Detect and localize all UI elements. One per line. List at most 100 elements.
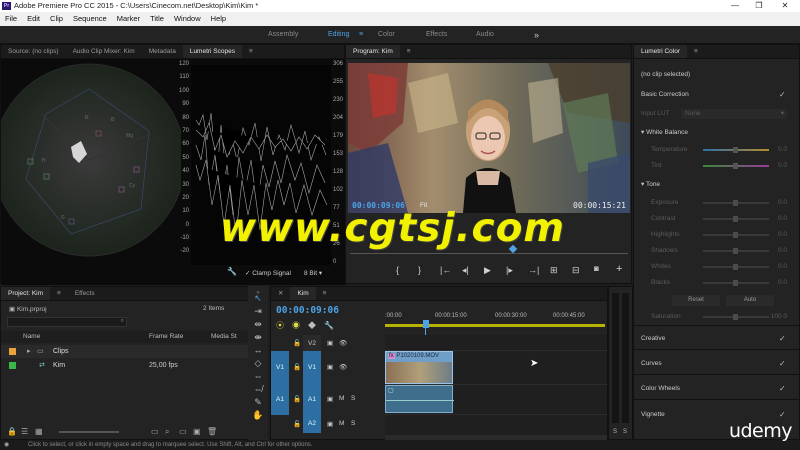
timeline-menu-icon[interactable]: ≡ bbox=[316, 287, 334, 300]
tab-metadata[interactable]: Metadata bbox=[142, 45, 183, 58]
step-forward-button[interactable]: |▸ bbox=[506, 265, 513, 276]
search-bin-icon[interactable]: ⌕ bbox=[165, 425, 169, 439]
export-frame-button[interactable]: ◙ bbox=[594, 264, 599, 273]
mute-button[interactable]: M bbox=[339, 420, 344, 427]
timeline-timecode[interactable]: 00:00:09:06 bbox=[276, 305, 339, 316]
track-a1-target[interactable]: A1 bbox=[303, 385, 321, 415]
workspace-color[interactable]: Color bbox=[378, 26, 395, 44]
tab-lumetri-scopes[interactable]: Lumetri Scopes bbox=[182, 45, 242, 58]
tone-slider[interactable] bbox=[703, 216, 769, 222]
timeline-tracks-area[interactable]: fx P1020109.MOV ▢ bbox=[385, 335, 607, 435]
column-media-start[interactable]: Media St bbox=[211, 331, 237, 343]
selection-tool-icon[interactable]: ↖ bbox=[252, 292, 264, 305]
workspace-assembly[interactable]: Assembly bbox=[268, 26, 298, 44]
new-item-icon[interactable]: ▣ bbox=[193, 425, 201, 439]
vignette-checkbox[interactable]: ✓ bbox=[779, 411, 787, 419]
mark-out-button[interactable]: } bbox=[418, 265, 421, 275]
menu-clip[interactable]: Clip bbox=[45, 12, 68, 26]
track-select-tool-icon[interactable]: ⇥ bbox=[252, 305, 264, 318]
menu-sequence[interactable]: Sequence bbox=[68, 12, 112, 26]
ripple-edit-tool-icon[interactable]: ⇹ bbox=[252, 318, 264, 331]
razor-tool-icon[interactable]: ◇ bbox=[252, 357, 264, 370]
tab-audio-clip-mixer[interactable]: Audio Clip Mixer: Kim bbox=[66, 45, 142, 58]
workspace-more-button[interactable]: » bbox=[534, 26, 539, 44]
solo-button[interactable]: S bbox=[351, 395, 355, 402]
track-a2-target[interactable]: A2 bbox=[303, 415, 321, 433]
tab-source[interactable]: Source: (no clips) bbox=[1, 45, 66, 58]
lock-icon[interactable]: 🔒 bbox=[7, 425, 17, 439]
snap-icon[interactable]: ⦿ bbox=[276, 321, 292, 330]
solo-left-button[interactable]: S bbox=[613, 429, 617, 435]
project-row-clips[interactable]: ▸ ▭ Clips bbox=[1, 345, 249, 358]
menu-file[interactable]: File bbox=[0, 12, 22, 26]
menu-window[interactable]: Window bbox=[169, 12, 206, 26]
hand-tool-icon[interactable]: ✋ bbox=[252, 409, 264, 422]
tab-project[interactable]: Project: Kim bbox=[1, 287, 51, 300]
workspace-editing[interactable]: Editing bbox=[328, 26, 349, 44]
go-to-in-button[interactable]: |← bbox=[440, 265, 451, 275]
tab-lumetri-color[interactable]: Lumetri Color bbox=[634, 45, 688, 58]
expand-icon[interactable]: ▸ bbox=[27, 345, 31, 358]
timeline-close-icon[interactable]: ✕ bbox=[271, 287, 290, 300]
solo-button[interactable]: S bbox=[351, 420, 355, 427]
lock-icon[interactable]: 🔓 bbox=[293, 339, 301, 347]
workspace-audio[interactable]: Audio bbox=[476, 26, 494, 44]
tone-slider[interactable] bbox=[703, 280, 769, 286]
column-name[interactable]: Name bbox=[23, 331, 40, 343]
trash-icon[interactable]: 🗑 bbox=[207, 425, 217, 439]
menu-help[interactable]: Help bbox=[206, 12, 231, 26]
solo-right-button[interactable]: S bbox=[623, 429, 627, 435]
basic-correction-checkbox[interactable]: ✓ bbox=[779, 91, 787, 99]
slip-tool-icon[interactable]: ⇔ bbox=[252, 370, 264, 383]
project-menu-icon[interactable]: ≡ bbox=[50, 287, 68, 300]
tone-slider[interactable] bbox=[703, 200, 769, 206]
menu-title[interactable]: Title bbox=[145, 12, 169, 26]
lock-icon[interactable]: 🔓 bbox=[293, 363, 301, 371]
creative-checkbox[interactable]: ✓ bbox=[779, 335, 787, 343]
play-button[interactable]: ▶ bbox=[484, 265, 491, 276]
sync-lock-icon[interactable]: ▣ bbox=[327, 395, 333, 403]
step-back-button[interactable]: ◂| bbox=[462, 265, 469, 276]
workspace-menu-icon[interactable]: ≡ bbox=[359, 26, 363, 44]
rolling-edit-tool-icon[interactable]: ⇼ bbox=[252, 331, 264, 344]
folder-button-icon[interactable]: ▭ bbox=[179, 425, 187, 439]
saturation-slider[interactable] bbox=[703, 314, 769, 320]
curves-section[interactable]: Curves ✓ bbox=[641, 358, 787, 370]
column-frame-rate[interactable]: Frame Rate bbox=[149, 331, 183, 343]
white-balance-header[interactable]: ▾ White Balance bbox=[641, 127, 787, 139]
minimize-button[interactable]: — bbox=[724, 0, 746, 12]
program-video-frame[interactable]: 00:00:09:06 Fit 00:00:15:21 bbox=[348, 63, 630, 213]
lock-icon[interactable]: 🔓 bbox=[293, 420, 301, 428]
tone-header[interactable]: ▾ Tone bbox=[641, 179, 787, 191]
curves-checkbox[interactable]: ✓ bbox=[779, 360, 787, 368]
go-to-out-button[interactable]: →| bbox=[528, 265, 539, 275]
sync-lock-icon[interactable]: ▣ bbox=[327, 363, 333, 371]
sync-lock-icon[interactable]: ▣ bbox=[327, 339, 333, 347]
eye-icon[interactable]: 👁 bbox=[339, 363, 347, 371]
menu-edit[interactable]: Edit bbox=[22, 12, 45, 26]
rate-stretch-tool-icon[interactable]: ↔ bbox=[252, 344, 264, 357]
video-clip[interactable]: fx P1020109.MOV bbox=[385, 351, 453, 384]
tone-slider[interactable] bbox=[703, 264, 769, 270]
workspace-effects[interactable]: Effects bbox=[426, 26, 447, 44]
timeline-playhead[interactable] bbox=[423, 320, 429, 328]
lock-icon[interactable]: 🔓 bbox=[293, 395, 301, 403]
clamp-signal-checkbox[interactable]: ✓ Clamp Signal bbox=[245, 269, 291, 277]
creative-section[interactable]: Creative ✓ bbox=[641, 333, 787, 345]
project-search-input[interactable]: ⌕ bbox=[7, 317, 127, 327]
zoom-slider[interactable] bbox=[59, 431, 119, 433]
tab-program[interactable]: Program: Kim bbox=[346, 45, 400, 58]
tint-slider[interactable] bbox=[703, 163, 769, 169]
input-lut-select[interactable]: None ▾ bbox=[681, 109, 787, 119]
color-wheels-section[interactable]: Color Wheels ✓ bbox=[641, 383, 787, 395]
mark-in-button[interactable]: { bbox=[396, 265, 399, 275]
project-row-kim[interactable]: ⇄ Kim 25,00 fps bbox=[1, 359, 249, 372]
source-v1-patch[interactable]: V1 bbox=[271, 351, 289, 385]
basic-correction-header[interactable]: Basic Correction ✓ bbox=[641, 89, 787, 101]
maximize-button[interactable]: ❐ bbox=[748, 0, 770, 12]
auto-button[interactable]: Auto bbox=[726, 295, 774, 306]
timeline-settings-icon[interactable]: 🔧 bbox=[324, 321, 342, 330]
wrench-icon[interactable]: 🔧 bbox=[227, 267, 237, 276]
work-area-bar[interactable] bbox=[385, 324, 605, 327]
source-a1-patch[interactable]: A1 bbox=[271, 385, 289, 415]
